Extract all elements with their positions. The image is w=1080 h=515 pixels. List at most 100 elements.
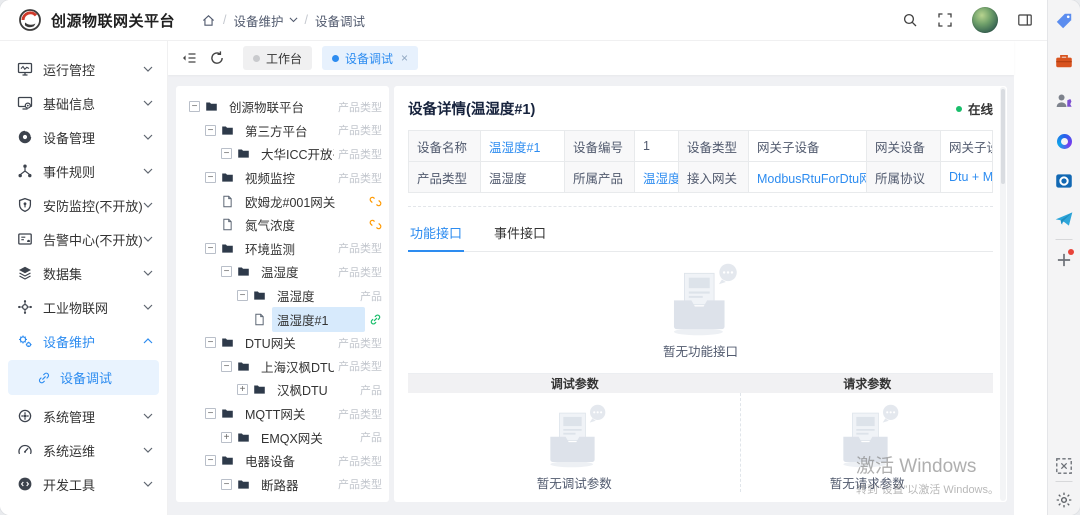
- tree-toggle-collapse-icon[interactable]: −: [205, 243, 216, 254]
- tree-toggle-collapse-icon[interactable]: −: [205, 172, 216, 183]
- sidebar-item-7[interactable]: 工业物联网: [0, 290, 167, 324]
- tree-toggle-collapse-icon[interactable]: −: [205, 455, 216, 466]
- sidebar-item-4[interactable]: 安防监控(不开放): [0, 188, 167, 222]
- tree-node-8[interactable]: −温湿度产品: [183, 284, 382, 308]
- tree-node-1[interactable]: −第三方平台产品类型: [183, 119, 382, 143]
- tree-node-13[interactable]: −MQTT网关产品类型: [183, 402, 382, 426]
- tree-node-2[interactable]: −大华ICC开放平台产品类型: [183, 142, 382, 166]
- tree-toggle-collapse-icon[interactable]: −: [189, 101, 200, 112]
- empty-request-label: 暂无请求参数: [830, 473, 905, 492]
- tree-node-6[interactable]: −环境监测产品类型: [183, 237, 382, 261]
- tree-node-16[interactable]: −断路器产品类型: [183, 473, 382, 497]
- folder-icon: [221, 171, 234, 184]
- info-value-cell[interactable]: 温湿度: [635, 162, 679, 193]
- sidebar-item-9[interactable]: 系统管理: [0, 399, 167, 433]
- tree-toggle-expand-icon[interactable]: +: [221, 432, 232, 443]
- online-status-badge: 在线: [956, 99, 993, 118]
- branch-icon: [17, 163, 33, 179]
- page-tab-1[interactable]: 设备调试×: [322, 46, 418, 70]
- chevron-down-icon: [143, 66, 153, 72]
- tree-node-type-label: 产品类型: [338, 122, 382, 138]
- search-icon[interactable]: [902, 12, 918, 28]
- sidebar-item-10[interactable]: 系统运维: [0, 433, 167, 467]
- info-label-cell: 所属产品: [565, 162, 635, 193]
- tree-toggle-collapse-icon[interactable]: −: [221, 148, 232, 159]
- sidebar-item-3[interactable]: 事件规则: [0, 154, 167, 188]
- sidebar-item-5[interactable]: 告警中心(不开放): [0, 222, 167, 256]
- tree-node-7[interactable]: −温湿度产品类型: [183, 260, 382, 284]
- sidebar-item-label: 安防监控(不开放): [43, 196, 143, 215]
- params-body: 暂无调试参数 暂无请求参数: [408, 393, 993, 492]
- online-status-dot: [956, 106, 962, 112]
- app-window: 创源物联网关平台 / 设备维护 / 设备调试: [0, 0, 1047, 515]
- topbar-actions: [902, 7, 1033, 33]
- tree-toggle-collapse-icon[interactable]: −: [237, 290, 248, 301]
- tree-node-10[interactable]: −DTU网关产品类型: [183, 331, 382, 355]
- tree-node-5[interactable]: 氮气浓度: [183, 213, 382, 237]
- recruiter-icon[interactable]: [1054, 91, 1074, 111]
- tab-event-interface[interactable]: 事件接口: [492, 216, 548, 251]
- gears-icon: [17, 333, 33, 349]
- sidebar-subitem-device-debug[interactable]: 设备调试: [8, 360, 159, 395]
- sidebar-item-6[interactable]: 数据集: [0, 256, 167, 290]
- tree-node-9[interactable]: 温湿度#1: [183, 307, 382, 331]
- screen-gear-icon: [17, 95, 33, 111]
- sidebar-item-1[interactable]: 基础信息: [0, 86, 167, 120]
- chevron-down-icon: [289, 17, 298, 22]
- sidebar-item-0[interactable]: 运行管控: [0, 52, 167, 86]
- sys-gear-icon: [17, 408, 33, 424]
- tree-node-3[interactable]: −视频监控产品类型: [183, 166, 382, 190]
- telegram-icon[interactable]: [1054, 209, 1074, 229]
- user-avatar[interactable]: [972, 7, 998, 33]
- tree-node-label: 大华ICC开放平台: [256, 141, 334, 166]
- tree-node-12[interactable]: +汉枫DTU产品: [183, 378, 382, 402]
- tree-node-4[interactable]: 欧姆龙#001网关: [183, 189, 382, 213]
- sidebar-item-label: 基础信息: [43, 94, 95, 113]
- scrollbar[interactable]: [1000, 87, 1006, 501]
- tree-toggle-collapse-icon[interactable]: −: [205, 337, 216, 348]
- info-value-cell[interactable]: Dtu + Modbus Rtu: [941, 162, 993, 193]
- close-icon[interactable]: ×: [401, 51, 408, 65]
- page-tab-0[interactable]: 工作台: [243, 46, 312, 70]
- home-icon[interactable]: [201, 13, 216, 28]
- tree-node-14[interactable]: +EMQX网关产品: [183, 425, 382, 449]
- tree-node-0[interactable]: −创源物联平台产品类型: [183, 95, 382, 119]
- tab-label: 工作台: [266, 50, 302, 67]
- toolbox-icon[interactable]: [1054, 51, 1074, 71]
- add-sidebar-item-icon[interactable]: [1054, 250, 1074, 270]
- folder-icon: [221, 124, 234, 137]
- sidebar-item-8[interactable]: 设备维护: [0, 324, 167, 358]
- breadcrumb-item-device-maintenance[interactable]: 设备维护: [234, 11, 284, 30]
- sidebar-item-label: 告警中心(不开放): [43, 230, 143, 249]
- tree-toggle-collapse-icon[interactable]: −: [221, 479, 232, 490]
- scrollbar-thumb[interactable]: [1001, 89, 1005, 184]
- tree-node-type-label: 产品: [360, 382, 382, 398]
- layout-panel-icon[interactable]: [1017, 12, 1033, 28]
- tree-node-type-label: 产品类型: [338, 476, 382, 492]
- tree-node-17[interactable]: +创源断路器产品: [183, 496, 382, 502]
- breadcrumb-item-device-debug[interactable]: 设备调试: [315, 11, 365, 30]
- copilot-icon[interactable]: [1054, 131, 1074, 151]
- info-value-cell[interactable]: ModbusRtuForDtu网关: [749, 162, 867, 193]
- sidebar-item-11[interactable]: 开发工具: [0, 467, 167, 501]
- folder-icon: [237, 360, 250, 373]
- breadcrumb-separator: /: [305, 13, 308, 27]
- tree-node-11[interactable]: −上海汉枫DTU产品类型: [183, 355, 382, 379]
- tree-toggle-expand-icon[interactable]: +: [237, 384, 248, 395]
- sidebar: 运行管控基础信息设备管理事件规则安防监控(不开放) 告警中心(不开放) 数据集工业物…: [0, 41, 168, 515]
- collapse-menu-icon[interactable]: [181, 50, 197, 66]
- tree-toggle-collapse-icon[interactable]: −: [221, 361, 232, 372]
- refresh-icon[interactable]: [209, 50, 225, 66]
- fullscreen-icon[interactable]: [937, 12, 953, 28]
- tab-function-interface[interactable]: 功能接口: [408, 216, 464, 252]
- tree-toggle-collapse-icon[interactable]: −: [221, 266, 232, 277]
- sidebar-item-2[interactable]: 设备管理: [0, 120, 167, 154]
- screenshot-tool-icon[interactable]: [1054, 456, 1074, 476]
- tree-toggle-collapse-icon[interactable]: −: [205, 125, 216, 136]
- settings-gear-icon[interactable]: [1054, 490, 1074, 510]
- tree-node-15[interactable]: −电器设备产品类型: [183, 449, 382, 473]
- tag-icon[interactable]: [1054, 11, 1074, 31]
- tree-toggle-collapse-icon[interactable]: −: [205, 408, 216, 419]
- outlook-icon[interactable]: [1054, 171, 1074, 191]
- info-value-cell[interactable]: 温湿度#1: [481, 131, 565, 162]
